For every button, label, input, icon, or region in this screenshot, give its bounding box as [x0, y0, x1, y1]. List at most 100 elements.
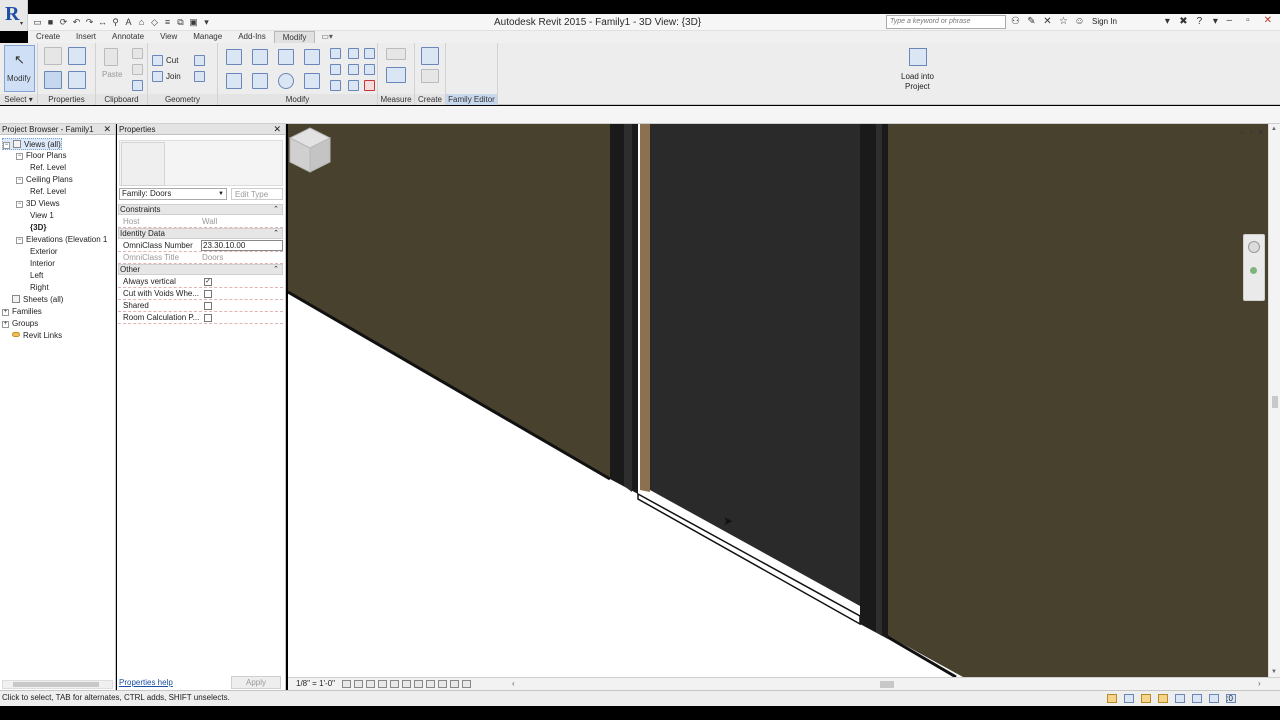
copy-element-icon[interactable]	[252, 73, 268, 89]
select-panel-label[interactable]: Select ▾	[0, 94, 37, 105]
create-group-icon[interactable]	[421, 69, 439, 83]
pin-icon[interactable]	[364, 48, 375, 59]
show-crop-icon[interactable]	[414, 680, 423, 688]
create-similar-icon[interactable]	[421, 47, 439, 65]
cut-icon[interactable]	[132, 48, 143, 59]
measure-distance-icon[interactable]	[386, 48, 406, 60]
tree-item[interactable]: Interior	[30, 258, 55, 270]
search-input[interactable]: Type a keyword or phrase	[886, 15, 1006, 29]
favorites-icon[interactable]: ☆	[1058, 16, 1069, 27]
rotate-icon[interactable]	[278, 73, 294, 89]
redo-icon[interactable]: ↷	[84, 17, 95, 28]
steering-wheel-icon[interactable]	[1248, 241, 1260, 253]
tree-item[interactable]: {3D}	[30, 222, 46, 234]
modify-button[interactable]: ↖ Modify	[4, 45, 35, 92]
select-links-icon[interactable]	[1141, 694, 1151, 703]
tree-item[interactable]: − Ceiling Plans	[16, 174, 73, 186]
tab-create[interactable]: Create	[28, 31, 68, 43]
tree-item[interactable]: Sheets (all)	[2, 294, 63, 306]
tree-item[interactable]: Left	[30, 270, 43, 282]
array-icon[interactable]	[330, 64, 341, 75]
tree-item[interactable]: Revit Links	[2, 330, 62, 342]
minimize-button[interactable]: –	[1227, 15, 1233, 26]
design-options-icon[interactable]	[1124, 694, 1134, 703]
collapse-icon[interactable]: −	[16, 153, 23, 160]
scroll-left-icon[interactable]: ‹	[512, 678, 515, 690]
constraints-group[interactable]: Constraints ⌃	[118, 204, 283, 215]
family-selector-dropdown[interactable]: Family: Doors ▼	[119, 188, 227, 200]
vertical-scrollbar[interactable]: ▲ ▼	[1268, 124, 1280, 677]
mirror-draw-icon[interactable]	[304, 49, 320, 65]
subscription-icon[interactable]: ✎	[1026, 16, 1037, 27]
align-icon[interactable]	[226, 49, 242, 65]
tree-item[interactable]: + Groups	[2, 318, 38, 330]
tab-annotate[interactable]: Annotate	[104, 31, 152, 43]
delete-icon[interactable]	[364, 80, 375, 91]
visual-style-icon[interactable]	[354, 680, 363, 688]
unpin-icon[interactable]	[364, 64, 375, 75]
navigation-bar[interactable]	[1243, 234, 1265, 301]
restore-icon[interactable]: ▫	[1249, 128, 1252, 137]
cut-geometry-icon[interactable]	[152, 55, 163, 66]
drag-elements-icon[interactable]	[1209, 694, 1219, 703]
trim-single-icon[interactable]	[330, 80, 341, 91]
type-properties-icon[interactable]	[68, 71, 86, 89]
undo-icon[interactable]: ↶	[71, 17, 82, 28]
always-vertical-checkbox[interactable]: ✓	[204, 278, 212, 286]
lock-view-icon[interactable]	[426, 680, 435, 688]
tree-item[interactable]: + Families	[2, 306, 42, 318]
shared-checkbox[interactable]	[204, 302, 212, 310]
tab-modify[interactable]: Modify	[273, 31, 316, 43]
split-face-icon[interactable]	[194, 71, 205, 82]
close-button[interactable]: ✕	[1264, 15, 1272, 26]
other-group[interactable]: Other ⌃	[118, 264, 283, 275]
tab-insert[interactable]: Insert	[68, 31, 104, 43]
join-geometry-icon[interactable]	[152, 71, 163, 82]
binoculars-icon[interactable]: ⚇	[1010, 16, 1021, 27]
help-icon[interactable]: ?	[1194, 16, 1205, 27]
scale-icon[interactable]	[348, 64, 359, 75]
close-icon[interactable]: ✕	[103, 124, 111, 135]
expand-icon[interactable]: +	[2, 309, 9, 316]
detail-level-icon[interactable]	[342, 680, 351, 688]
aligned-dimension-icon[interactable]	[386, 67, 406, 83]
tree-item[interactable]: View 1	[30, 210, 54, 222]
copy-icon[interactable]	[132, 64, 143, 75]
trim-extend-icon[interactable]	[304, 73, 320, 89]
open-icon[interactable]: ▭	[32, 17, 43, 28]
view-scale[interactable]: 1/8" = 1'-0"	[296, 678, 335, 690]
tag-icon[interactable]: ⚲	[110, 17, 121, 28]
worksets-icon[interactable]	[1107, 694, 1117, 703]
close-windows-icon[interactable]: ⧉	[175, 17, 186, 28]
viewcube-icon[interactable]	[288, 124, 332, 176]
family-category-icon[interactable]	[68, 47, 86, 65]
zoom-icon[interactable]	[1250, 267, 1257, 274]
scroll-right-icon[interactable]: ›	[1258, 678, 1261, 690]
apply-button[interactable]: Apply	[231, 676, 281, 689]
sign-in-link[interactable]: Sign In	[1092, 17, 1117, 26]
tree-item[interactable]: Exterior	[30, 246, 58, 258]
sync-icon[interactable]: ⟳	[58, 17, 69, 28]
section-icon[interactable]: ◇	[149, 17, 160, 28]
minimize-icon[interactable]: –	[1240, 128, 1244, 137]
room-calculation-checkbox[interactable]	[204, 314, 212, 322]
mirror-axis-icon[interactable]	[278, 49, 294, 65]
tree-item[interactable]: Ref. Level	[30, 186, 66, 198]
switch-windows-icon[interactable]: ▣	[188, 17, 199, 28]
scroll-thumb[interactable]	[1272, 396, 1278, 408]
scroll-up-icon[interactable]: ▲	[1271, 126, 1277, 132]
3d-viewport[interactable]: – ▫ ✕ ➤	[288, 124, 1268, 677]
shadows-icon[interactable]	[378, 680, 387, 688]
collapse-icon[interactable]: −	[3, 142, 10, 149]
tree-item[interactable]: − Floor Plans	[16, 150, 66, 162]
split-icon[interactable]	[330, 48, 341, 59]
move-icon[interactable]	[226, 73, 242, 89]
reveal-hidden-icon[interactable]	[450, 680, 459, 688]
collapse-icon[interactable]: −	[16, 237, 23, 244]
cut-label[interactable]: Cut	[166, 56, 178, 65]
collapse-icon[interactable]: −	[16, 201, 23, 208]
omniclass-number-field[interactable]: 23.30.10.00	[201, 240, 283, 251]
edit-type-button[interactable]: Edit Type	[231, 188, 283, 200]
tree-item[interactable]: Ref. Level	[30, 162, 66, 174]
split-gap-icon[interactable]	[348, 48, 359, 59]
